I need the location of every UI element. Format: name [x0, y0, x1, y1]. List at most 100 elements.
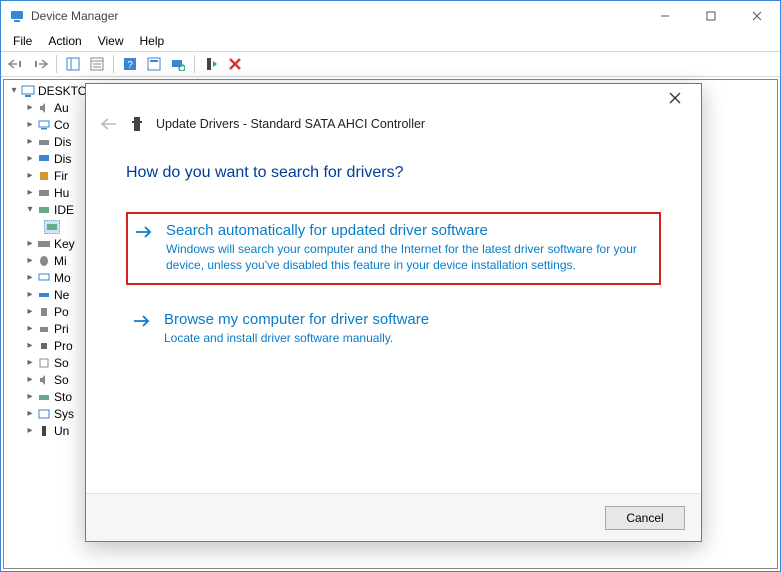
chevron-right-icon: ▸ [24, 323, 36, 334]
toolbar-separator [113, 55, 114, 73]
tree-item-label: Un [54, 424, 69, 438]
back-arrow-icon[interactable] [100, 117, 118, 131]
close-button[interactable] [734, 1, 780, 31]
update-driver-button[interactable] [200, 53, 222, 75]
display-icon [36, 152, 52, 166]
dialog-footer: Cancel [86, 493, 701, 541]
properties-button[interactable] [86, 53, 108, 75]
tree-item-label: Co [54, 118, 69, 132]
processor-icon [36, 339, 52, 353]
hid-icon [36, 186, 52, 200]
software-icon [36, 356, 52, 370]
computer-icon [36, 118, 52, 132]
controller-icon [44, 220, 60, 234]
dialog-heading: How do you want to search for drivers? [126, 164, 661, 182]
chevron-right-icon: ▸ [24, 306, 36, 317]
svg-text:?: ? [127, 60, 133, 71]
chevron-down-icon: ▾ [8, 85, 20, 96]
driver-icon [128, 116, 146, 132]
option-description: Locate and install driver software manua… [164, 330, 655, 346]
audio-icon [36, 101, 52, 115]
option-search-automatically[interactable]: Search automatically for updated driver … [126, 212, 661, 285]
usb-icon [36, 424, 52, 438]
chevron-down-icon: ▾ [24, 204, 36, 215]
dialog-title: Update Drivers - Standard SATA AHCI Cont… [156, 117, 425, 131]
show-hide-tree-button[interactable] [62, 53, 84, 75]
chevron-right-icon: ▸ [24, 357, 36, 368]
toolbar: ? [1, 51, 780, 77]
arrow-right-icon [132, 311, 154, 346]
option-body: Browse my computer for driver software L… [164, 311, 655, 346]
window-buttons [642, 1, 780, 31]
menu-help[interactable]: Help [132, 32, 173, 50]
menu-file[interactable]: File [5, 32, 40, 50]
device-manager-icon [9, 8, 25, 24]
printer-icon [36, 322, 52, 336]
tree-item-label: Ne [54, 288, 69, 302]
tree-item-label: Key [54, 237, 75, 251]
chevron-right-icon: ▸ [24, 272, 36, 283]
dialog-close-button[interactable] [659, 92, 691, 104]
tree-item-label: Fir [54, 169, 68, 183]
chevron-right-icon: ▸ [24, 136, 36, 147]
back-button[interactable] [5, 53, 27, 75]
tree-item-label: Pro [54, 339, 73, 353]
action-button[interactable] [143, 53, 165, 75]
firmware-icon [36, 169, 52, 183]
chevron-right-icon: ▸ [24, 170, 36, 181]
maximize-button[interactable] [688, 1, 734, 31]
ide-icon [36, 203, 52, 217]
forward-button[interactable] [29, 53, 51, 75]
keyboard-icon [36, 237, 52, 251]
tree-item-label: Mi [54, 254, 67, 268]
chevron-right-icon: ▸ [24, 255, 36, 266]
option-title: Browse my computer for driver software [164, 311, 655, 328]
menu-action[interactable]: Action [40, 32, 89, 50]
chevron-right-icon: ▸ [24, 187, 36, 198]
help-button[interactable]: ? [119, 53, 141, 75]
uninstall-button[interactable] [224, 53, 246, 75]
option-description: Windows will search your computer and th… [166, 241, 653, 273]
tree-item-label: Po [54, 305, 69, 319]
tree-item-label: Mo [54, 271, 71, 285]
toolbar-separator [56, 55, 57, 73]
minimize-button[interactable] [642, 1, 688, 31]
system-icon [36, 407, 52, 421]
tree-item-label: IDE [54, 203, 74, 217]
sound-icon [36, 373, 52, 387]
dialog-titlebar [86, 84, 701, 112]
tree-item-label: Pri [54, 322, 69, 336]
chevron-right-icon: ▸ [24, 340, 36, 351]
tree-item-label: Hu [54, 186, 69, 200]
arrow-right-icon [134, 222, 156, 273]
chevron-right-icon: ▸ [24, 102, 36, 113]
chevron-right-icon: ▸ [24, 153, 36, 164]
scan-button[interactable] [167, 53, 189, 75]
option-browse-computer[interactable]: Browse my computer for driver software L… [126, 303, 661, 356]
storage-icon [36, 390, 52, 404]
cancel-button[interactable]: Cancel [605, 506, 685, 530]
chevron-right-icon: ▸ [24, 289, 36, 300]
tree-item-label: Au [54, 101, 69, 115]
tree-item-label: So [54, 356, 69, 370]
tree-item-label: Dis [54, 152, 71, 166]
update-drivers-dialog: Update Drivers - Standard SATA AHCI Cont… [85, 83, 702, 542]
tree-item-label: Sys [54, 407, 74, 421]
tree-root-label: DESKTO [38, 84, 87, 98]
computer-icon [20, 84, 36, 98]
menubar: File Action View Help [1, 31, 780, 51]
monitor-icon [36, 271, 52, 285]
tree-item-label: Sto [54, 390, 72, 404]
option-body: Search automatically for updated driver … [166, 222, 653, 273]
chevron-right-icon: ▸ [24, 238, 36, 249]
toolbar-separator [194, 55, 195, 73]
dialog-header: Update Drivers - Standard SATA AHCI Cont… [86, 112, 701, 142]
port-icon [36, 305, 52, 319]
chevron-right-icon: ▸ [24, 119, 36, 130]
tree-item-label: So [54, 373, 69, 387]
titlebar: Device Manager [1, 1, 780, 31]
option-title: Search automatically for updated driver … [166, 222, 653, 239]
disk-icon [36, 135, 52, 149]
menu-view[interactable]: View [90, 32, 132, 50]
dialog-body: How do you want to search for drivers? S… [86, 142, 701, 493]
